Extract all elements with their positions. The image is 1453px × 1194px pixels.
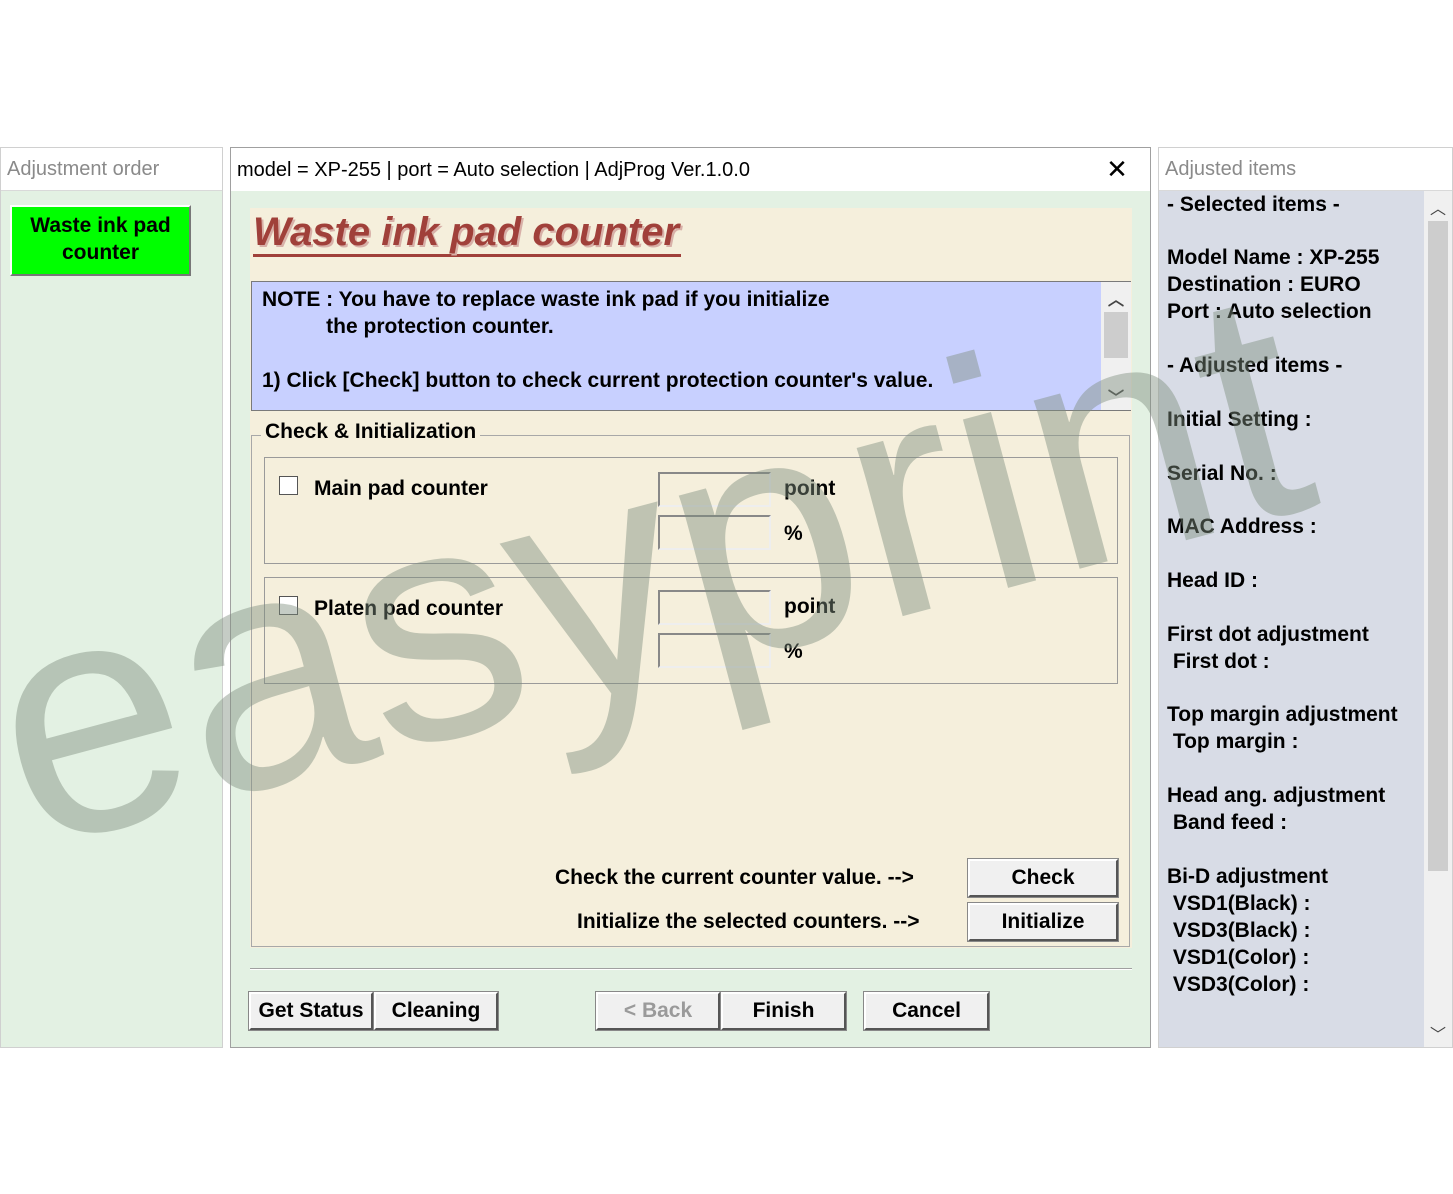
get-status-button[interactable]: Get Status [248,991,374,1031]
note-line: 1) Click [Check] button to check current… [262,369,934,392]
list-item: VSD1(Black) : [1167,892,1311,915]
list-item: Top margin adjustment [1167,703,1398,726]
window-title: model = XP-255 | port = Auto selection |… [237,159,750,181]
scroll-down-icon[interactable]: ﹀ [1101,384,1131,408]
adjustment-item-waste-ink-pad-counter[interactable]: Waste ink pad counter [10,205,191,276]
list-item: MAC Address : [1167,515,1317,538]
note-line: the protection counter. [262,315,554,338]
page-title: Waste ink pad counter [253,210,682,257]
adjustment-order-window: Adjustment order Waste ink pad counter [0,147,223,1048]
title-bar: model = XP-255 | port = Auto selection |… [231,148,1150,191]
list-item: VSD3(Color) : [1167,973,1310,996]
main-pad-percent-field [658,515,771,550]
list-item: Bi-D adjustment [1167,865,1329,888]
main-pad-label: Main pad counter [314,477,488,500]
list-item: Serial No. : [1167,462,1277,485]
close-icon[interactable]: ✕ [1102,154,1132,184]
note-scrollbar[interactable]: ︿ ﹀ [1101,282,1131,410]
percent-unit: % [784,522,803,545]
adjustment-item-label: Waste ink pad counter [30,214,171,264]
init-prompt: Initialize the selected counters. --> [577,910,920,933]
platen-pad-counter-row: Platen pad counter point % [264,577,1118,684]
check-prompt: Check the current counter value. --> [555,866,914,889]
list-item: Port : Auto selection [1167,300,1372,323]
list-item: - Selected items - [1167,193,1340,216]
adjusted-items-window: Adjusted items - Selected items - Model … [1158,147,1453,1048]
adjusted-items-list: - Selected items - Model Name : XP-255 D… [1159,191,1425,1047]
separator [250,968,1132,970]
point-unit: point [784,477,836,500]
scroll-thumb[interactable] [1428,221,1448,871]
main-pad-point-field [658,472,771,507]
platen-pad-label: Platen pad counter [314,597,504,620]
adjusted-items-title: Adjusted items [1159,148,1452,191]
point-unit: point [784,595,836,618]
platen-pad-point-field [658,590,771,625]
cancel-button[interactable]: Cancel [863,991,990,1031]
note-textbox[interactable]: NOTE : You have to replace waste ink pad… [251,281,1131,411]
list-item: First dot : [1167,650,1270,673]
list-item: Band feed : [1167,811,1288,834]
back-button[interactable]: < Back [595,991,721,1031]
list-item: Head ang. adjustment [1167,784,1386,807]
adjustment-order-title: Adjustment order [1,148,222,191]
main-dialog-window: model = XP-255 | port = Auto selection |… [230,147,1151,1048]
initialize-button[interactable]: Initialize [967,902,1119,942]
main-pad-checkbox[interactable] [279,476,298,495]
adjusted-items-scrollbar[interactable]: ︿ ﹀ [1424,191,1452,1047]
list-item: Model Name : XP-255 [1167,246,1380,269]
percent-unit: % [784,640,803,663]
scroll-down-icon[interactable]: ﹀ [1424,1021,1452,1045]
platen-pad-percent-field [658,633,771,668]
list-item: VSD1(Color) : [1167,946,1310,969]
note-line: NOTE : You have to replace waste ink pad… [262,288,830,311]
group-label: Check & Initialization [261,420,481,444]
scroll-up-icon[interactable]: ︿ [1101,286,1131,310]
list-item: First dot adjustment [1167,623,1369,646]
scroll-thumb[interactable] [1104,312,1128,358]
finish-button[interactable]: Finish [720,991,847,1031]
list-item: VSD3(Black) : [1167,919,1311,942]
list-item: - Adjusted items - [1167,354,1343,377]
cleaning-button[interactable]: Cleaning [373,991,499,1031]
list-item: Destination : EURO [1167,273,1361,296]
list-item: Initial Setting : [1167,408,1312,431]
list-item: Top margin : [1167,730,1299,753]
check-button[interactable]: Check [967,858,1119,898]
scroll-up-icon[interactable]: ︿ [1424,195,1452,219]
list-item: Head ID : [1167,569,1259,592]
platen-pad-checkbox[interactable] [279,596,298,615]
main-pad-counter-row: Main pad counter point % [264,457,1118,564]
